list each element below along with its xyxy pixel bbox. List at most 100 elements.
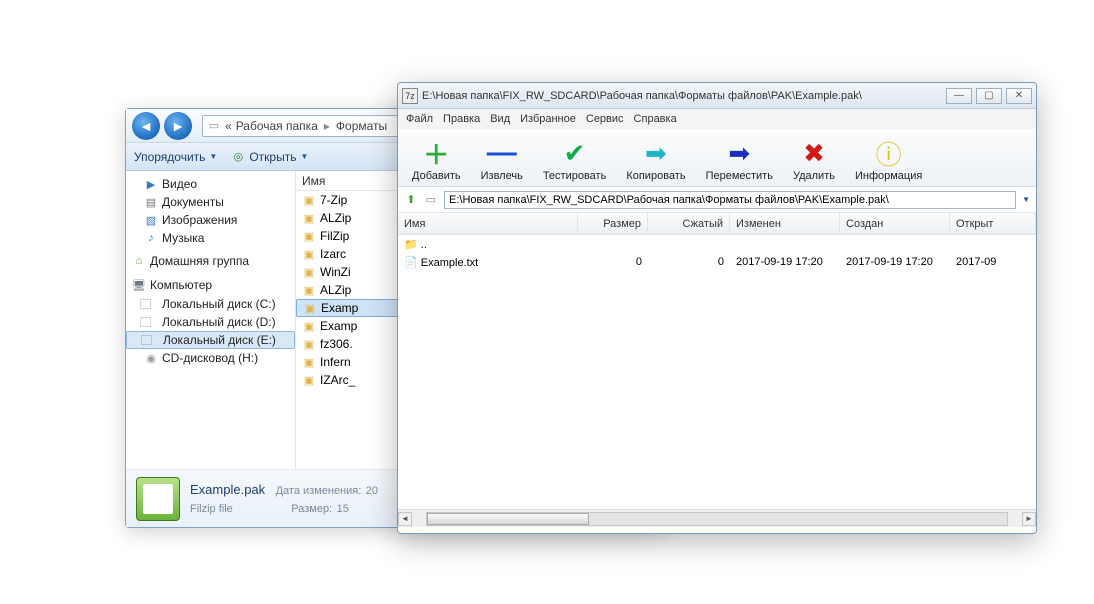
- chevron-right-icon: ▸: [324, 119, 330, 133]
- tree-images[interactable]: ▧Изображения: [126, 211, 295, 229]
- extract-button[interactable]: —Извлечь: [481, 137, 523, 182]
- tree-drive-c[interactable]: ⃞Локальный диск (C:): [126, 295, 295, 313]
- status-filename: Example.pak: [190, 482, 265, 497]
- file-name: FilZip: [320, 229, 349, 243]
- file-icon: ▣: [302, 337, 316, 351]
- status-date-label: Дата изменения:: [276, 485, 362, 497]
- horizontal-scrollbar[interactable]: ◄ ►: [398, 509, 1036, 527]
- file-icon: ▣: [302, 247, 316, 261]
- drive-icon: ▭: [424, 193, 438, 207]
- scroll-left-button[interactable]: ◄: [398, 512, 412, 526]
- status-date-value: 20: [366, 485, 378, 497]
- status-filetype: Filzip file: [190, 503, 233, 515]
- menu-file[interactable]: Файл: [406, 113, 433, 125]
- sevenzip-column-headers: Имя Размер Сжатый Изменен Создан Открыт: [398, 213, 1036, 235]
- menu-tools[interactable]: Сервис: [586, 113, 624, 125]
- file-name: ALZip: [320, 211, 351, 225]
- col-created[interactable]: Создан: [840, 213, 950, 234]
- file-name: Example.txt: [421, 257, 478, 269]
- add-button[interactable]: ＋Добавить: [412, 137, 461, 182]
- breadcrumb-1[interactable]: Рабочая папка: [236, 119, 318, 133]
- tree-computer[interactable]: 🖥Компьютер: [126, 275, 295, 295]
- status-size-label: Размер:: [291, 503, 332, 515]
- file-icon: ▣: [302, 355, 316, 369]
- video-icon: ▶: [144, 177, 158, 191]
- close-button[interactable]: ✕: [1006, 88, 1032, 104]
- col-packed[interactable]: Сжатый: [648, 213, 730, 234]
- file-icon: ▣: [302, 319, 316, 333]
- tree-cd[interactable]: ◉CD-дисковод (H:): [126, 349, 295, 367]
- status-size-value: 15: [337, 503, 349, 515]
- cell-created: 2017-09-19 17:20: [840, 256, 950, 268]
- file-name: ..: [421, 239, 427, 251]
- col-opened[interactable]: Открыт: [950, 213, 1036, 234]
- file-icon: ▣: [302, 211, 316, 225]
- plus-icon: ＋: [423, 137, 449, 169]
- col-size[interactable]: Размер: [578, 213, 648, 234]
- file-icon: ▣: [302, 193, 316, 207]
- file-name: Izarc: [320, 247, 346, 261]
- file-icon: ▣: [303, 301, 317, 315]
- cell-opened: 2017-09: [950, 256, 1036, 268]
- maximize-button[interactable]: ▢: [976, 88, 1002, 104]
- sevenzip-path-input[interactable]: [444, 191, 1016, 209]
- chevron-down-icon[interactable]: ▼: [1022, 195, 1030, 204]
- table-row[interactable]: 📁 ..: [398, 235, 1036, 253]
- file-icon: ▣: [302, 283, 316, 297]
- open-button[interactable]: ◎ Открыть▼: [231, 150, 308, 164]
- col-name[interactable]: Имя: [398, 213, 578, 234]
- tree-drive-e[interactable]: ⃞Локальный диск (E:): [126, 331, 295, 349]
- arrow-right-icon: ➡: [645, 137, 667, 169]
- copy-button[interactable]: ➡Копировать: [626, 137, 685, 182]
- scrollbar-track[interactable]: [426, 512, 1008, 526]
- tree-drive-d[interactable]: ⃞Локальный диск (D:): [126, 313, 295, 331]
- test-button[interactable]: ✔Тестировать: [543, 137, 607, 182]
- sevenzip-menu-bar: Файл Правка Вид Избранное Сервис Справка: [398, 109, 1036, 129]
- file-name: WinZi: [320, 265, 351, 279]
- minus-icon: —: [487, 137, 517, 169]
- chevron-down-icon: ▼: [300, 152, 308, 161]
- cell-packed: 0: [648, 256, 730, 268]
- file-name: Examp: [321, 301, 358, 315]
- window-title: E:\Новая папка\FIX_RW_SDCARD\Рабочая пап…: [422, 90, 862, 102]
- up-icon[interactable]: ⬆: [404, 193, 418, 207]
- x-icon: ✖: [803, 137, 825, 169]
- menu-view[interactable]: Вид: [490, 113, 510, 125]
- breadcrumb-2[interactable]: Форматы: [336, 119, 387, 133]
- sevenzip-titlebar[interactable]: 7z E:\Новая папка\FIX_RW_SDCARD\Рабочая …: [398, 83, 1036, 109]
- menu-help[interactable]: Справка: [634, 113, 677, 125]
- col-modified[interactable]: Изменен: [730, 213, 840, 234]
- tree-homegroup[interactable]: ⌂Домашняя группа: [126, 251, 295, 271]
- menu-edit[interactable]: Правка: [443, 113, 480, 125]
- image-icon: ▧: [144, 213, 158, 227]
- file-icon: ▣: [302, 265, 316, 279]
- scroll-right-button[interactable]: ►: [1022, 512, 1036, 526]
- cell-size: 0: [578, 256, 648, 268]
- drive-icon: ⃞: [144, 297, 158, 311]
- scrollbar-thumb[interactable]: [427, 513, 589, 525]
- arrow-right-icon: ➡: [728, 137, 750, 169]
- menu-favorites[interactable]: Избранное: [520, 113, 576, 125]
- minimize-button[interactable]: —: [946, 88, 972, 104]
- back-button[interactable]: ◄: [132, 112, 160, 140]
- info-button[interactable]: ⓘИнформация: [855, 137, 922, 182]
- file-icon: ▣: [302, 229, 316, 243]
- table-row[interactable]: 📄 Example.txt002017-09-19 17:202017-09-1…: [398, 253, 1036, 271]
- tree-music[interactable]: ♪Музыка: [126, 229, 295, 247]
- forward-button[interactable]: ►: [164, 112, 192, 140]
- cd-icon: ◉: [144, 351, 158, 365]
- delete-button[interactable]: ✖Удалить: [793, 137, 835, 182]
- sevenzip-file-list: 📁 .. 📄 Example.txt 00 2017-09-19 17:202017-…: [398, 235, 1036, 509]
- tree-documents[interactable]: ▤Документы: [126, 193, 295, 211]
- info-icon: ⓘ: [876, 137, 902, 169]
- chevron-down-icon: ▼: [209, 152, 217, 161]
- tree-video[interactable]: ▶Видео: [126, 175, 295, 193]
- organize-button[interactable]: Упорядочить▼: [134, 150, 217, 164]
- file-name: ALZip: [320, 283, 351, 297]
- move-button[interactable]: ➡Переместить: [706, 137, 773, 182]
- sevenzip-app-icon: 7z: [402, 88, 418, 104]
- file-name: 7-Zip: [320, 193, 347, 207]
- sevenzip-address-bar: ⬆ ▭ ▼: [398, 187, 1036, 213]
- sevenzip-toolbar: ＋Добавить —Извлечь ✔Тестировать ➡Копиров…: [398, 129, 1036, 187]
- file-icon: 📄: [404, 257, 418, 269]
